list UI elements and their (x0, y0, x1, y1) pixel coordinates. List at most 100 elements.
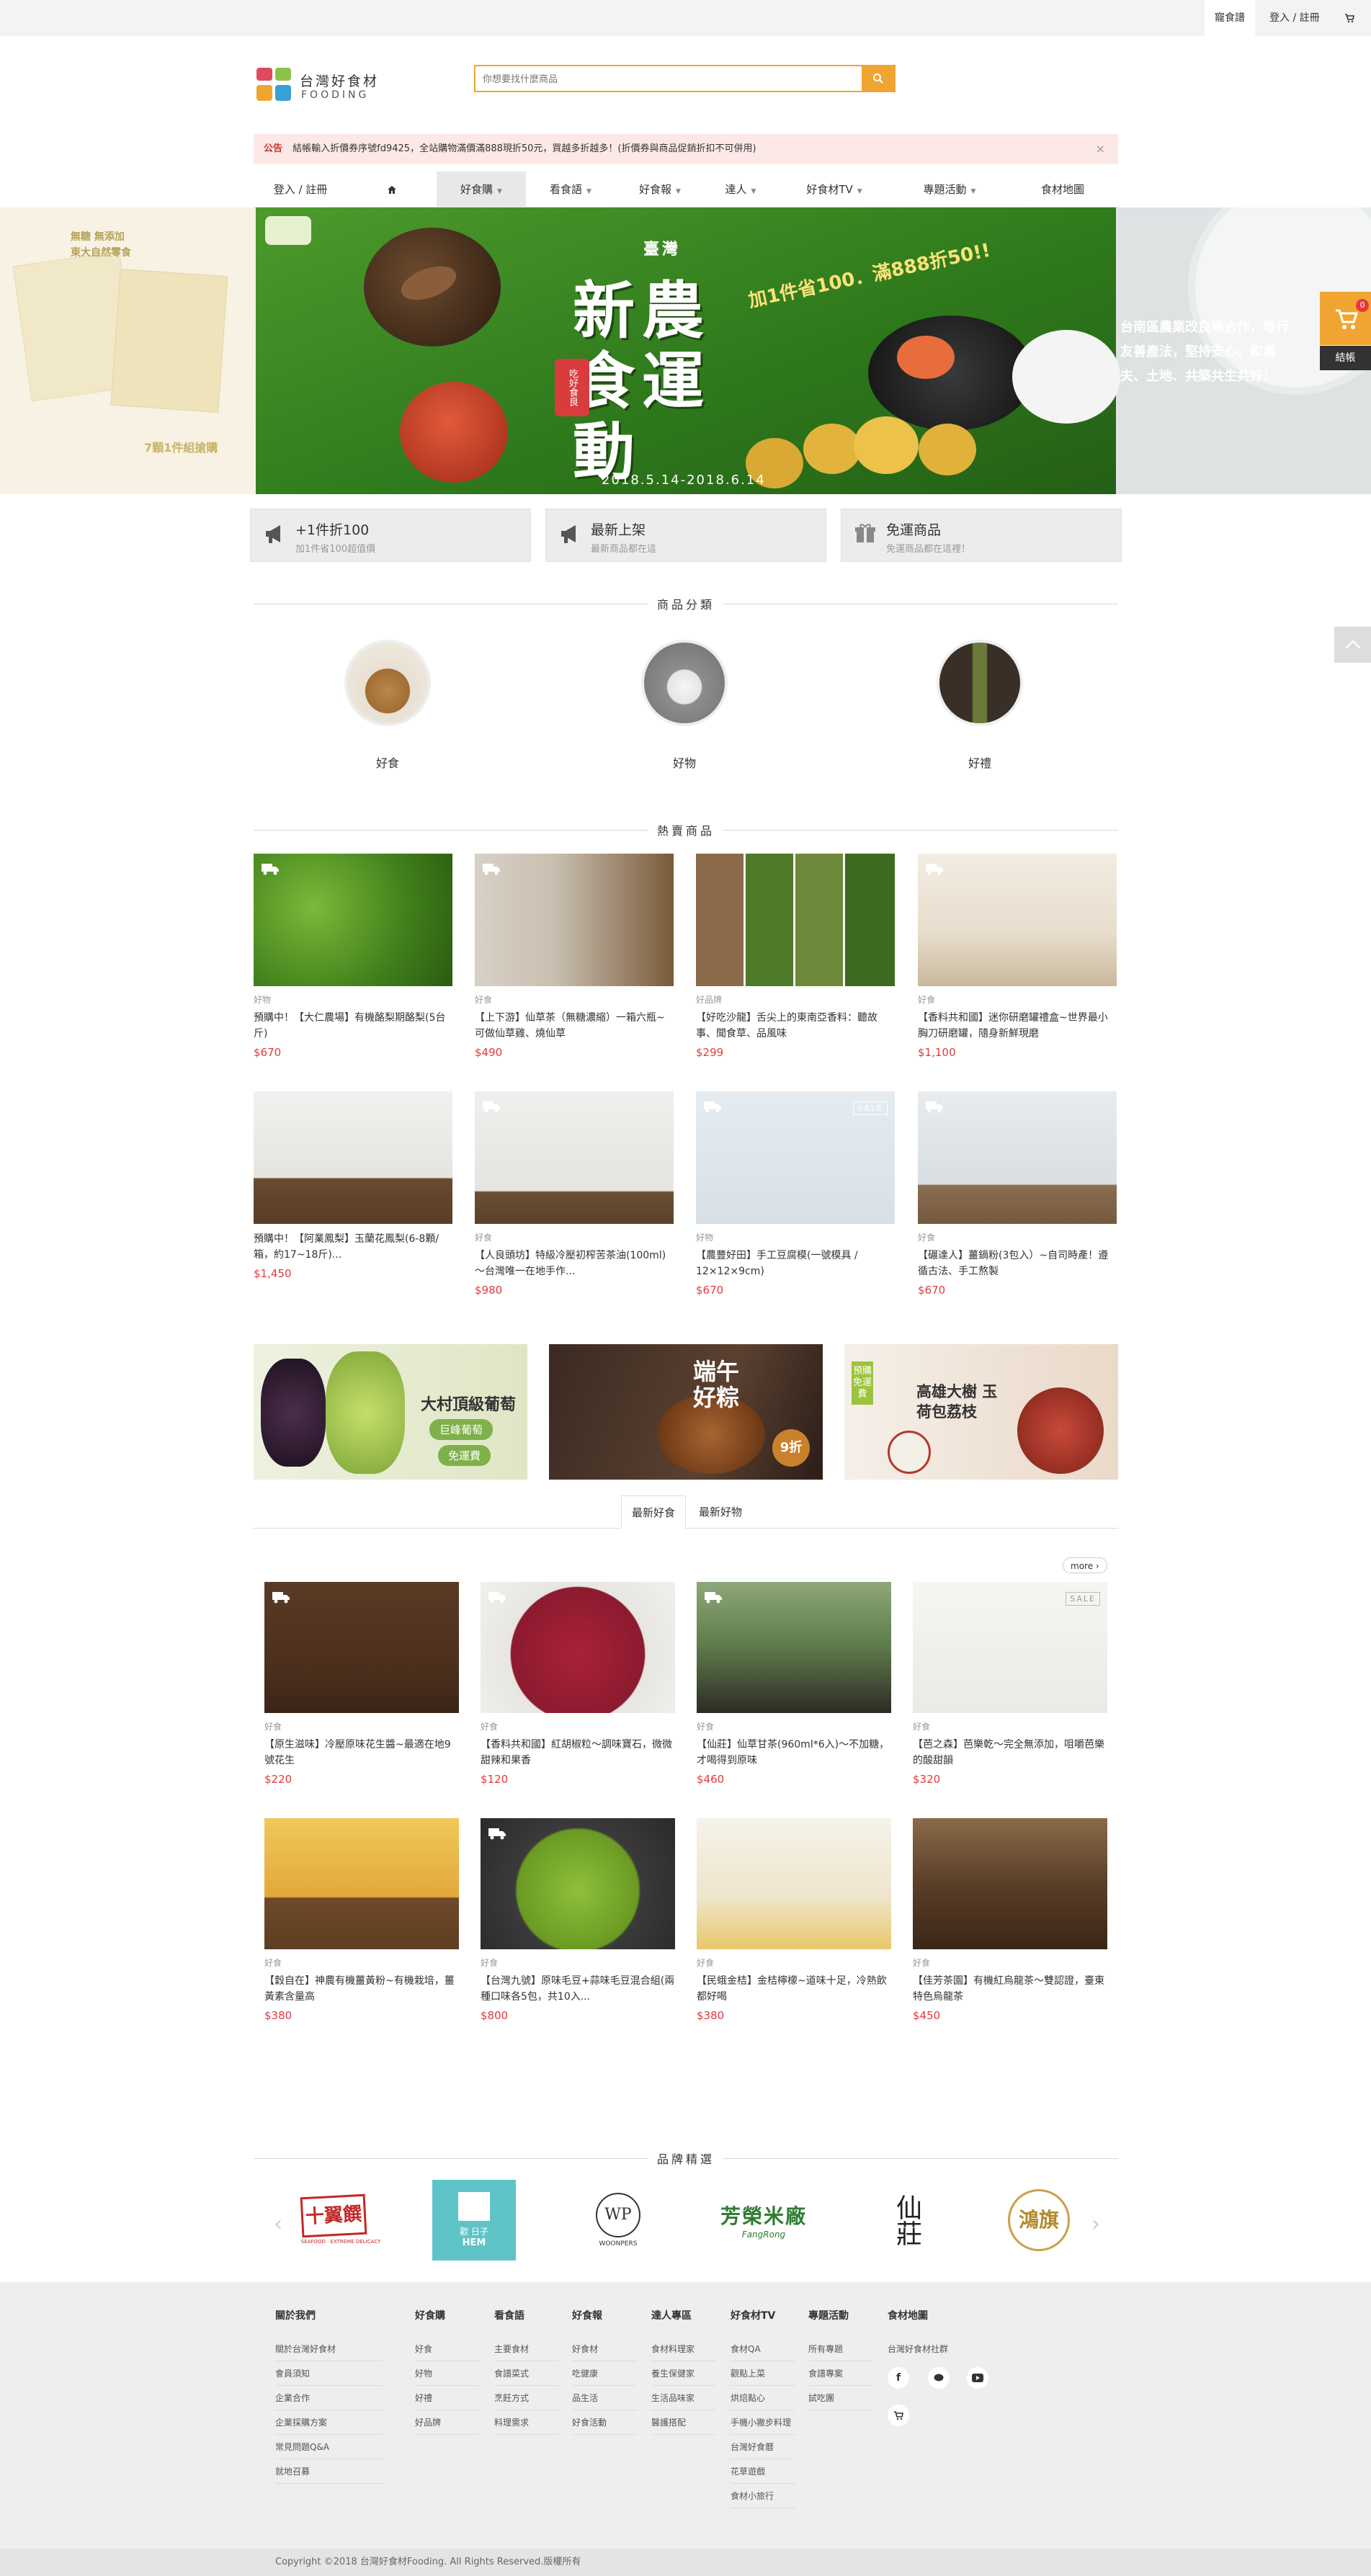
product-image[interactable] (475, 854, 674, 986)
product-image[interactable] (918, 1091, 1117, 1224)
hero-banner[interactable]: 無糖 無添加 東大自然零食 7顆1件組搶購 台南區農業改良場合作，堆行友善產法，… (0, 207, 1371, 494)
footer-link[interactable]: 好食 (415, 2337, 480, 2361)
product-card[interactable]: 預購中！【阿業鳳梨】玉蘭花鳳梨(6-8顆/箱，約17~18斤)... $1,450 (254, 1091, 452, 1280)
product-name[interactable]: 【穀自在】神農有機薑黃粉~有機栽培，薑黃素含量高 (264, 1973, 459, 2005)
product-card[interactable]: SALE 好物 【農豐好田】手工豆腐模(一號模具 / 12×12×9cm) $670 (696, 1091, 895, 1297)
brand-logo[interactable]: 歡 日子 HEM (432, 2180, 516, 2260)
banner-main-slide[interactable]: 臺灣 新農食運動 加1件省100．滿888折50!! 吃好食良 2018.5.1… (256, 207, 1120, 494)
product-image[interactable] (697, 1818, 891, 1949)
product-card[interactable]: 好品牌 【好吃沙龍】舌尖上的東南亞香料：聽故事、聞食草、品風味 $299 (696, 854, 895, 1059)
product-card[interactable]: 好物 預購中！【大仁農場】有機酪梨期酪梨(5台斤) $670 (254, 854, 452, 1059)
footer-link[interactable]: 好物 (415, 2361, 480, 2386)
brand-logo[interactable]: WP WOONPERS (576, 2180, 660, 2260)
nav-events[interactable]: 專題活動 ▼ (892, 171, 1007, 207)
footer-link[interactable]: 好禮 (415, 2386, 480, 2410)
product-image[interactable] (264, 1818, 459, 1949)
site-logo[interactable]: 台灣好食材 FOODING (254, 65, 398, 108)
footer-link[interactable]: 台灣好食曆 (731, 2435, 795, 2459)
footer-heading[interactable]: 好食材TV (731, 2308, 795, 2322)
feature-new[interactable]: 最新上架 最新商品都在這 (545, 509, 826, 562)
product-image[interactable] (696, 854, 895, 986)
product-image[interactable] (918, 854, 1117, 986)
product-name[interactable]: 【農豐好田】手工豆腐模(一號模具 / 12×12×9cm) (696, 1248, 895, 1279)
top-cart-link[interactable]: 寵食譜 (1205, 0, 1255, 36)
youtube-icon[interactable] (967, 2367, 988, 2389)
cart-icon[interactable] (888, 2405, 909, 2426)
nav-tv[interactable]: 好食材TV ▼ (777, 171, 892, 207)
brand-logo[interactable]: 十翼饌 SEAFOOD · EXTREME DELICACY (299, 2180, 383, 2260)
promo-zongzi[interactable]: 端午好粽 9折 (549, 1344, 823, 1480)
line-icon[interactable] (928, 2367, 950, 2389)
product-image[interactable] (697, 1582, 891, 1713)
footer-link[interactable]: 企業合作 (275, 2386, 383, 2410)
product-card[interactable]: SALE 好食 【芭之森】芭樂乾～完全無添加，咀嚼芭樂的酸甜韻 $320 (913, 1582, 1107, 1786)
nav-map[interactable]: 食材地圖 (1007, 171, 1118, 207)
product-name[interactable]: 【香料共和國】迷你研磨罐禮盒~世界最小胸刀研磨罐，隨身新鮮現磨 (918, 1010, 1117, 1042)
product-image[interactable] (913, 1818, 1107, 1949)
product-image[interactable] (254, 854, 452, 986)
product-image[interactable]: SALE (696, 1091, 895, 1224)
product-card[interactable]: 好食 【人良頭坊】特級冷壓初榨苦茶油(100ml)～台灣唯一在地手作... $980 (475, 1091, 674, 1297)
cart-icon[interactable] (1344, 0, 1354, 36)
footer-link[interactable]: 常見問題Q&A (275, 2435, 383, 2459)
product-image[interactable] (481, 1818, 675, 1949)
category-goods[interactable]: 好物 (641, 640, 728, 771)
search-input[interactable] (475, 66, 863, 91)
footer-link[interactable]: 品生活 (572, 2386, 637, 2410)
product-image[interactable] (254, 1091, 452, 1224)
product-card[interactable]: 好食 【上下游】仙草茶（無糖濃縮）一箱六瓶~可做仙草雞、燒仙草 $490 (475, 854, 674, 1059)
footer-link[interactable]: 好食材 (572, 2337, 637, 2361)
category-food[interactable]: 好食 (344, 640, 431, 771)
promo-grapes[interactable]: 大村頂級葡萄 巨峰葡萄 免運費 (254, 1344, 527, 1480)
nav-experts[interactable]: 達人 ▼ (705, 171, 777, 207)
banner-prev-slide[interactable]: 無糖 無添加 東大自然零食 7顆1件組搶購 (0, 207, 256, 494)
product-name[interactable]: 預購中！【阿業鳳梨】玉蘭花鳳梨(6-8顆/箱，約17~18斤)... (254, 1231, 452, 1263)
product-name[interactable]: 【佳芳茶園】有機紅烏龍茶～雙認證，臺東特色烏龍茶 (913, 1973, 1107, 2005)
footer-link[interactable]: 觀點上菜 (731, 2361, 795, 2386)
brand-prev-arrow[interactable]: ‹ (274, 2211, 282, 2237)
footer-heading[interactable]: 好食購 (415, 2308, 480, 2322)
product-name[interactable]: 【芭之森】芭樂乾～完全無添加，咀嚼芭樂的酸甜韻 (913, 1737, 1107, 1768)
product-image[interactable] (481, 1582, 675, 1713)
product-name[interactable]: 【香料共和國】紅胡椒粒～調味寶石，微微甜辣和果香 (481, 1737, 675, 1768)
footer-link[interactable]: 手機小撇步料理 (731, 2410, 795, 2435)
footer-link[interactable]: 花草遊戲 (731, 2459, 795, 2484)
product-card[interactable]: 好食 【碾達人】薑鍋粉(3包入）~自司時產！遵循古法、手工熬製 $670 (918, 1091, 1117, 1297)
product-image[interactable] (475, 1091, 674, 1224)
product-card[interactable]: 好食 【佳芳茶園】有機紅烏龍茶～雙認證，臺東特色烏龍茶 $450 (913, 1818, 1107, 2022)
tab-new-goods[interactable]: 最新好物 (689, 1495, 752, 1529)
nav-home[interactable] (347, 171, 437, 207)
footer-link[interactable]: 烹飪方式 (494, 2386, 559, 2410)
product-card[interactable]: 好食 【穀自在】神農有機薑黃粉~有機栽培，薑黃素含量高 $380 (264, 1818, 459, 2022)
product-card[interactable]: 好食 【香料共和國】紅胡椒粒～調味寶石，微微甜辣和果香 $120 (481, 1582, 675, 1786)
footer-heading[interactable]: 達人專區 (651, 2308, 716, 2322)
category-gifts[interactable]: 好禮 (937, 640, 1023, 771)
product-name[interactable]: 【碾達人】薑鍋粉(3包入）~自司時產！遵循古法、手工熬製 (918, 1248, 1117, 1279)
footer-link[interactable]: 食材QA (731, 2337, 795, 2361)
footer-link[interactable]: 料理需求 (494, 2410, 559, 2435)
nav-shop[interactable]: 好食購 ▼ (437, 171, 526, 207)
footer-link[interactable]: 關於台灣好食材 (275, 2337, 383, 2361)
footer-link[interactable]: 好品牌 (415, 2410, 480, 2435)
footer-heading[interactable]: 專題活動 (808, 2308, 873, 2322)
footer-link[interactable]: 吃健康 (572, 2361, 637, 2386)
footer-link[interactable]: 食譜專案 (808, 2361, 873, 2386)
product-image[interactable] (264, 1582, 459, 1713)
footer-link[interactable]: 所有專題 (808, 2337, 873, 2361)
footer-link[interactable]: 食譜菜式 (494, 2361, 559, 2386)
product-name[interactable]: 【上下游】仙草茶（無糖濃縮）一箱六瓶~可做仙草雞、燒仙草 (475, 1010, 674, 1042)
close-icon[interactable]: × (1096, 134, 1105, 164)
feature-plus-one[interactable]: +1件折100 加1件省100超值價 (250, 509, 531, 562)
product-name[interactable]: 【台灣九號】原味毛豆+蒜味毛豆混合組(兩種口味各5包，共10入... (481, 1973, 675, 2005)
floating-cart[interactable]: 0 (1320, 292, 1371, 345)
footer-link[interactable]: 食材小旅行 (731, 2484, 795, 2508)
nav-login[interactable]: 登入 / 註冊 (254, 171, 347, 207)
footer-heading[interactable]: 關於我們 (275, 2308, 383, 2322)
nav-recipes[interactable]: 看食語 ▼ (526, 171, 615, 207)
product-image[interactable]: SALE (913, 1582, 1107, 1713)
product-card[interactable]: 好食 【原生滋味】冷壓原味花生醬~最適在地9號花生 $220 (264, 1582, 459, 1786)
promo-lychee[interactable]: 預購免運費 高雄大樹 玉荷包荔枝 (844, 1344, 1118, 1480)
footer-link[interactable]: 就地召募 (275, 2459, 383, 2484)
footer-link[interactable]: 好食活動 (572, 2410, 637, 2435)
footer-link[interactable]: 會員須知 (275, 2361, 383, 2386)
